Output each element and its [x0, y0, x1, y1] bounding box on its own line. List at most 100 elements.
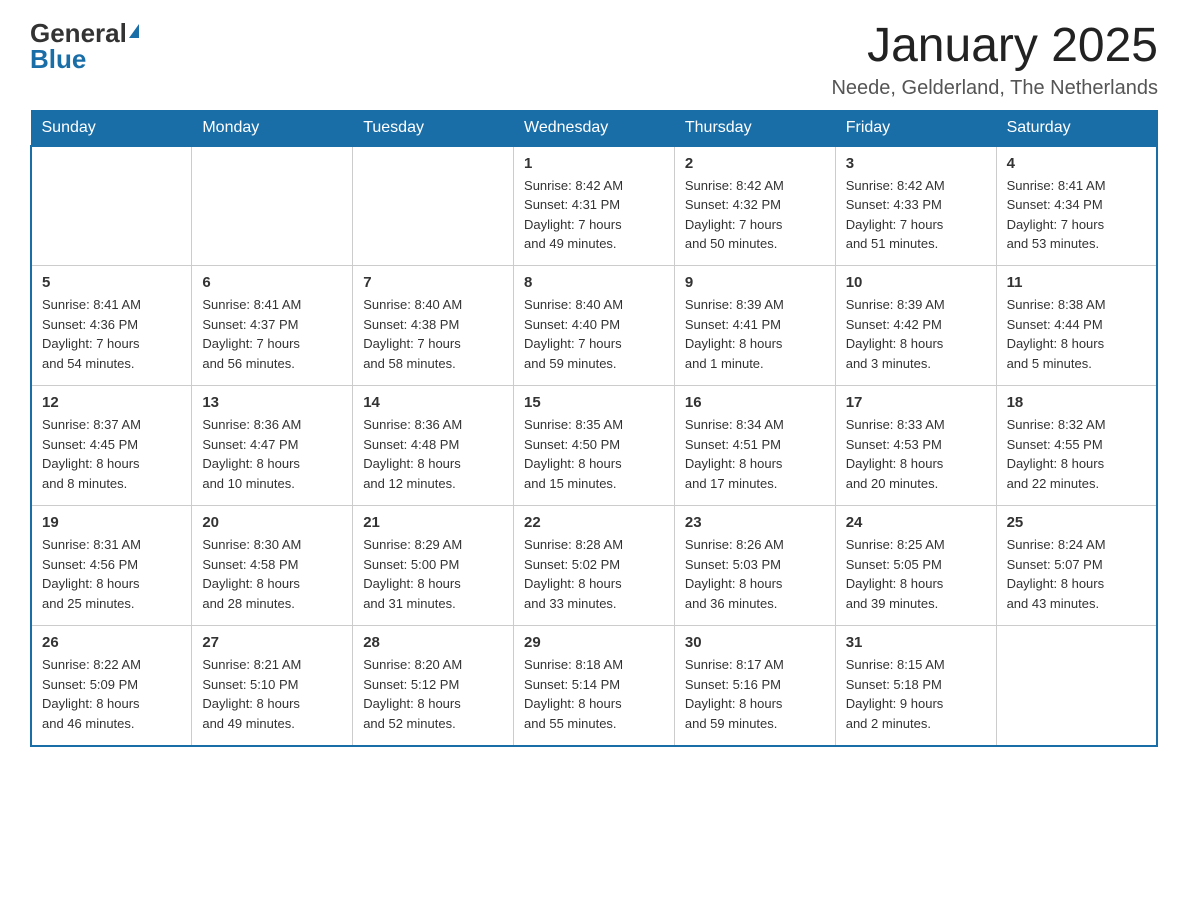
calendar-cell: 25 Sunrise: 8:24 AM Sunset: 5:07 PM Dayli… [996, 506, 1157, 626]
day-number: 3 [846, 155, 986, 172]
day-number: 11 [1007, 274, 1146, 291]
calendar-cell: 21 Sunrise: 8:29 AM Sunset: 5:00 PM Dayli… [353, 506, 514, 626]
calendar-header-friday: Friday [835, 110, 996, 146]
day-info: Sunrise: 8:29 AM Sunset: 5:00 PM Dayligh… [363, 535, 503, 613]
day-info: Sunrise: 8:18 AM Sunset: 5:14 PM Dayligh… [524, 655, 664, 733]
day-number: 4 [1007, 155, 1146, 172]
day-info: Sunrise: 8:41 AM Sunset: 4:36 PM Dayligh… [42, 295, 181, 373]
day-number: 28 [363, 634, 503, 651]
calendar-week-3: 12 Sunrise: 8:37 AM Sunset: 4:45 PM Dayli… [31, 386, 1157, 506]
calendar-cell: 5 Sunrise: 8:41 AM Sunset: 4:36 PM Daylig… [31, 266, 192, 386]
calendar-header-tuesday: Tuesday [353, 110, 514, 146]
day-info: Sunrise: 8:38 AM Sunset: 4:44 PM Dayligh… [1007, 295, 1146, 373]
day-number: 29 [524, 634, 664, 651]
location-text: Neede, Gelderland, The Netherlands [831, 77, 1158, 100]
day-info: Sunrise: 8:42 AM Sunset: 4:31 PM Dayligh… [524, 176, 664, 254]
day-info: Sunrise: 8:40 AM Sunset: 4:40 PM Dayligh… [524, 295, 664, 373]
calendar-week-4: 19 Sunrise: 8:31 AM Sunset: 4:56 PM Dayli… [31, 506, 1157, 626]
day-info: Sunrise: 8:35 AM Sunset: 4:50 PM Dayligh… [524, 415, 664, 493]
calendar-cell: 27 Sunrise: 8:21 AM Sunset: 5:10 PM Dayli… [192, 626, 353, 746]
calendar-cell: 17 Sunrise: 8:33 AM Sunset: 4:53 PM Dayli… [835, 386, 996, 506]
day-number: 16 [685, 394, 825, 411]
day-info: Sunrise: 8:22 AM Sunset: 5:09 PM Dayligh… [42, 655, 181, 733]
calendar-header-sunday: Sunday [31, 110, 192, 146]
calendar-cell: 9Sunrise: 8:39 AM Sunset: 4:41 PM Daylig… [674, 266, 835, 386]
calendar-cell: 13Sunrise: 8:36 AM Sunset: 4:47 PM Dayli… [192, 386, 353, 506]
day-number: 6 [202, 274, 342, 291]
calendar-cell: 7Sunrise: 8:40 AM Sunset: 4:38 PM Daylig… [353, 266, 514, 386]
day-info: Sunrise: 8:37 AM Sunset: 4:45 PM Dayligh… [42, 415, 181, 493]
calendar-cell: 29 Sunrise: 8:18 AM Sunset: 5:14 PM Dayli… [514, 626, 675, 746]
logo-triangle-icon [129, 24, 139, 38]
day-number: 19 [42, 514, 181, 531]
logo-general-text: General [30, 20, 127, 46]
day-info: Sunrise: 8:24 AM Sunset: 5:07 PM Dayligh… [1007, 535, 1146, 613]
calendar-cell: 11 Sunrise: 8:38 AM Sunset: 4:44 PM Dayli… [996, 266, 1157, 386]
calendar-cell: 24Sunrise: 8:25 AM Sunset: 5:05 PM Dayli… [835, 506, 996, 626]
day-number: 9 [685, 274, 825, 291]
calendar-cell: 28 Sunrise: 8:20 AM Sunset: 5:12 PM Dayli… [353, 626, 514, 746]
day-number: 17 [846, 394, 986, 411]
day-number: 26 [42, 634, 181, 651]
calendar-cell: 31 Sunrise: 8:15 AM Sunset: 5:18 PM Dayli… [835, 626, 996, 746]
calendar-cell: 12 Sunrise: 8:37 AM Sunset: 4:45 PM Dayli… [31, 386, 192, 506]
calendar-header-saturday: Saturday [996, 110, 1157, 146]
day-info: Sunrise: 8:32 AM Sunset: 4:55 PM Dayligh… [1007, 415, 1146, 493]
day-number: 5 [42, 274, 181, 291]
page-header: General Blue January 2025 Neede, Gelderl… [30, 20, 1158, 100]
logo: General Blue [30, 20, 139, 72]
day-info: Sunrise: 8:33 AM Sunset: 4:53 PM Dayligh… [846, 415, 986, 493]
day-info: Sunrise: 8:20 AM Sunset: 5:12 PM Dayligh… [363, 655, 503, 733]
day-number: 21 [363, 514, 503, 531]
calendar-cell: 8 Sunrise: 8:40 AM Sunset: 4:40 PM Daylig… [514, 266, 675, 386]
day-number: 18 [1007, 394, 1146, 411]
calendar-cell: 10Sunrise: 8:39 AM Sunset: 4:42 PM Dayli… [835, 266, 996, 386]
day-number: 23 [685, 514, 825, 531]
day-number: 31 [846, 634, 986, 651]
day-info: Sunrise: 8:36 AM Sunset: 4:48 PM Dayligh… [363, 415, 503, 493]
day-number: 2 [685, 155, 825, 172]
day-number: 20 [202, 514, 342, 531]
calendar-cell: 30Sunrise: 8:17 AM Sunset: 5:16 PM Dayli… [674, 626, 835, 746]
calendar-cell: 22Sunrise: 8:28 AM Sunset: 5:02 PM Dayli… [514, 506, 675, 626]
day-number: 8 [524, 274, 664, 291]
calendar-cell: 14 Sunrise: 8:36 AM Sunset: 4:48 PM Dayli… [353, 386, 514, 506]
day-info: Sunrise: 8:40 AM Sunset: 4:38 PM Dayligh… [363, 295, 503, 373]
logo-blue-text: Blue [30, 46, 86, 72]
day-info: Sunrise: 8:15 AM Sunset: 5:18 PM Dayligh… [846, 655, 986, 733]
day-number: 25 [1007, 514, 1146, 531]
calendar-cell: 18 Sunrise: 8:32 AM Sunset: 4:55 PM Dayli… [996, 386, 1157, 506]
day-info: Sunrise: 8:41 AM Sunset: 4:34 PM Dayligh… [1007, 176, 1146, 254]
day-number: 1 [524, 155, 664, 172]
day-number: 27 [202, 634, 342, 651]
calendar-week-5: 26 Sunrise: 8:22 AM Sunset: 5:09 PM Dayli… [31, 626, 1157, 746]
calendar-cell: 2Sunrise: 8:42 AM Sunset: 4:32 PM Daylig… [674, 146, 835, 266]
calendar-cell: 16Sunrise: 8:34 AM Sunset: 4:51 PM Dayli… [674, 386, 835, 506]
day-number: 10 [846, 274, 986, 291]
day-number: 12 [42, 394, 181, 411]
day-number: 14 [363, 394, 503, 411]
title-section: January 2025 Neede, Gelderland, The Neth… [831, 20, 1158, 100]
calendar-cell [353, 146, 514, 266]
day-number: 13 [202, 394, 342, 411]
calendar-header-thursday: Thursday [674, 110, 835, 146]
day-info: Sunrise: 8:17 AM Sunset: 5:16 PM Dayligh… [685, 655, 825, 733]
day-info: Sunrise: 8:26 AM Sunset: 5:03 PM Dayligh… [685, 535, 825, 613]
day-info: Sunrise: 8:21 AM Sunset: 5:10 PM Dayligh… [202, 655, 342, 733]
calendar-cell: 6 Sunrise: 8:41 AM Sunset: 4:37 PM Daylig… [192, 266, 353, 386]
calendar-table: SundayMondayTuesdayWednesdayThursdayFrid… [30, 110, 1158, 747]
calendar-cell [31, 146, 192, 266]
day-info: Sunrise: 8:30 AM Sunset: 4:58 PM Dayligh… [202, 535, 342, 613]
calendar-cell: 19 Sunrise: 8:31 AM Sunset: 4:56 PM Dayli… [31, 506, 192, 626]
day-info: Sunrise: 8:42 AM Sunset: 4:33 PM Dayligh… [846, 176, 986, 254]
calendar-header-wednesday: Wednesday [514, 110, 675, 146]
calendar-cell [192, 146, 353, 266]
calendar-week-2: 5 Sunrise: 8:41 AM Sunset: 4:36 PM Daylig… [31, 266, 1157, 386]
day-info: Sunrise: 8:31 AM Sunset: 4:56 PM Dayligh… [42, 535, 181, 613]
calendar-cell: 20 Sunrise: 8:30 AM Sunset: 4:58 PM Dayli… [192, 506, 353, 626]
calendar-cell: 26 Sunrise: 8:22 AM Sunset: 5:09 PM Dayli… [31, 626, 192, 746]
calendar-cell: 3 Sunrise: 8:42 AM Sunset: 4:33 PM Daylig… [835, 146, 996, 266]
day-number: 24 [846, 514, 986, 531]
day-info: Sunrise: 8:41 AM Sunset: 4:37 PM Dayligh… [202, 295, 342, 373]
calendar-cell: 15Sunrise: 8:35 AM Sunset: 4:50 PM Dayli… [514, 386, 675, 506]
